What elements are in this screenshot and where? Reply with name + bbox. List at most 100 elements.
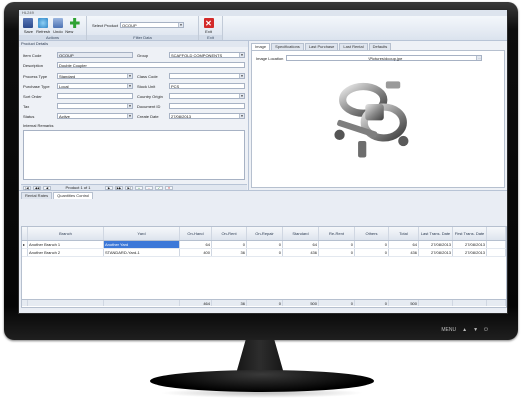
col-branch[interactable]: Branch (28, 227, 104, 240)
browse-icon[interactable]: … (476, 56, 482, 60)
grid-header: Branch Yard On-Hand On-Rent On-Repair St… (22, 227, 506, 241)
monitor-shadow (160, 388, 364, 398)
monitor-down-button[interactable]: ▼ (473, 327, 478, 333)
stock-unit-field[interactable]: PCS (169, 83, 245, 89)
process-type-select[interactable]: Standard ▼ (57, 73, 133, 79)
image-location-field[interactable]: \Pictures\dcoup.jpe… (286, 55, 483, 61)
purchase-type-select[interactable]: Local ▼ (57, 83, 133, 89)
exit-group-label: Exit (199, 35, 222, 40)
tab-specifications[interactable]: Specifications (271, 43, 304, 50)
save-button[interactable]: Save (21, 17, 36, 34)
cancel-record-button[interactable]: ✕ (165, 185, 173, 190)
delete-record-button[interactable]: − (145, 185, 153, 190)
purchase-type-label: Purchase Type (23, 84, 50, 89)
product-details-title: Product Details (19, 41, 248, 47)
total-total: 500 (389, 300, 419, 306)
table-row[interactable]: Another Branch 2 STANDARD-Yard-1 400 36 … (22, 249, 506, 257)
total-standard: 500 (283, 300, 319, 306)
tab-quantities-control[interactable]: Quantities Control (53, 192, 94, 199)
chevron-down-icon[interactable]: ▼ (239, 74, 244, 78)
item-code-field[interactable]: OCOUP (57, 52, 133, 58)
image-frame: Image Location \Pictures\dcoup.jpe… (251, 50, 505, 188)
col-last-trans-date[interactable]: Last Trans. Date (419, 227, 453, 240)
chevron-down-icon[interactable]: ▼ (127, 74, 132, 78)
prev-record-button[interactable]: ◀ (43, 185, 51, 190)
chevron-down-icon[interactable]: ▼ (239, 53, 244, 57)
confirm-record-button[interactable]: ✓ (155, 185, 163, 190)
col-on-repair[interactable]: On-Repair (247, 227, 283, 240)
first-record-button[interactable]: |◀ (23, 185, 31, 190)
tax-label: Tax (23, 104, 30, 109)
create-date-field[interactable]: 27/08/2013 ▼ (169, 113, 245, 119)
refresh-button[interactable]: Refresh (36, 17, 51, 34)
sort-order-field[interactable] (57, 93, 133, 99)
col-first-trans-date[interactable]: First Trans. Date (453, 227, 487, 240)
document-id-label: Document ID (137, 104, 161, 109)
image-panel: Image Specifications Last Purchase Last … (249, 41, 507, 190)
table-row[interactable]: ▸ Another Branch 1 Another Yard 64 0 0 6… (22, 241, 506, 249)
col-standard[interactable]: Standard (283, 227, 319, 240)
monitor-menu-button[interactable]: MENU (441, 327, 456, 333)
product-photo (322, 69, 425, 177)
tab-last-rental[interactable]: Last Rental (339, 43, 368, 50)
class-code-select[interactable]: ▼ (169, 73, 245, 79)
chevron-down-icon[interactable]: ▼ (127, 114, 132, 118)
close-icon: ✕ (203, 18, 214, 28)
tab-last-purchase[interactable]: Last Purchase (304, 43, 339, 50)
remarks-label: Internal Remarks (23, 123, 54, 128)
select-product-combo[interactable]: OCOUP ▼ (120, 22, 185, 28)
prev-page-button[interactable]: ◀◀ (33, 185, 41, 190)
tab-defaults[interactable]: Defaults (368, 43, 392, 50)
status-select[interactable]: Active ▼ (57, 113, 133, 119)
group-label: Group (137, 53, 149, 58)
power-icon[interactable]: ⏻ (484, 327, 488, 333)
total-re-rent: 0 (319, 300, 355, 306)
chevron-down-icon[interactable]: ▼ (178, 23, 184, 27)
chevron-down-icon[interactable]: ▼ (127, 84, 132, 88)
tab-image[interactable]: Image (251, 43, 271, 50)
chevron-down-icon[interactable]: ▼ (127, 104, 132, 108)
save-icon (23, 18, 34, 28)
app-window: HL249 Save Refresh Undo New Product Acti… (18, 9, 508, 314)
col-re-rent[interactable]: Re-Rent (319, 227, 355, 240)
monitor-up-button[interactable]: ▲ (462, 327, 467, 333)
col-others[interactable]: Others (355, 227, 389, 240)
tab-rental-rates[interactable]: Rental Rates (21, 192, 53, 199)
chevron-down-icon[interactable]: ▼ (239, 94, 244, 98)
undo-button[interactable]: Undo (51, 17, 66, 34)
col-on-hand[interactable]: On-Hand (180, 227, 212, 240)
stock-unit-label: Stock Unit (137, 84, 156, 89)
col-yard[interactable]: Yard (104, 227, 180, 240)
exit-button[interactable]: ✕ Exit (201, 17, 216, 34)
country-origin-select[interactable]: ▼ (169, 93, 245, 99)
group-select[interactable]: SCAFFOLD COMPONENTS ▼ (169, 52, 245, 58)
filter-group-label: Filter Data (87, 35, 198, 40)
grid-totals-footer: 464 36 0 500 0 0 500 (22, 299, 506, 306)
product-details-panel: Product Details Item Code OCOUP Group SC… (19, 41, 249, 190)
refresh-icon (38, 18, 49, 28)
select-product-label: Select Product (92, 22, 119, 28)
plus-icon (69, 18, 80, 28)
last-record-button[interactable]: ▶| (125, 185, 133, 190)
description-field[interactable]: Double Coupler (57, 62, 245, 68)
detail-tabs: Image Specifications Last Purchase Last … (251, 43, 505, 50)
record-navigator: |◀ ◀◀ ◀ Product 1 of 1 ▶ ▶▶ ▶| + − ✓ ✕ (21, 184, 247, 190)
status-label: Status (23, 114, 35, 119)
col-on-rent[interactable]: On-Rent (212, 227, 247, 240)
col-total[interactable]: Total (389, 227, 419, 240)
country-origin-label: Country Origin (137, 94, 163, 99)
ribbon-toolbar: Save Refresh Undo New Product Actions Se… (19, 16, 507, 41)
total-others: 0 (355, 300, 389, 306)
total-on-rent: 36 (212, 300, 247, 306)
remarks-textarea[interactable] (23, 130, 245, 180)
document-id-field[interactable] (169, 103, 245, 109)
add-record-button[interactable]: + (135, 185, 143, 190)
actions-group: Save Refresh Undo New Product Actions (19, 16, 87, 40)
next-page-button[interactable]: ▶▶ (115, 185, 123, 190)
tax-select[interactable]: ▼ (57, 103, 133, 109)
create-date-label: Create Date (137, 114, 159, 119)
sort-order-label: Sort Order (23, 94, 42, 99)
next-record-button[interactable]: ▶ (105, 185, 113, 190)
calendar-icon[interactable]: ▼ (239, 114, 244, 118)
class-code-label: Class Code (137, 74, 158, 79)
